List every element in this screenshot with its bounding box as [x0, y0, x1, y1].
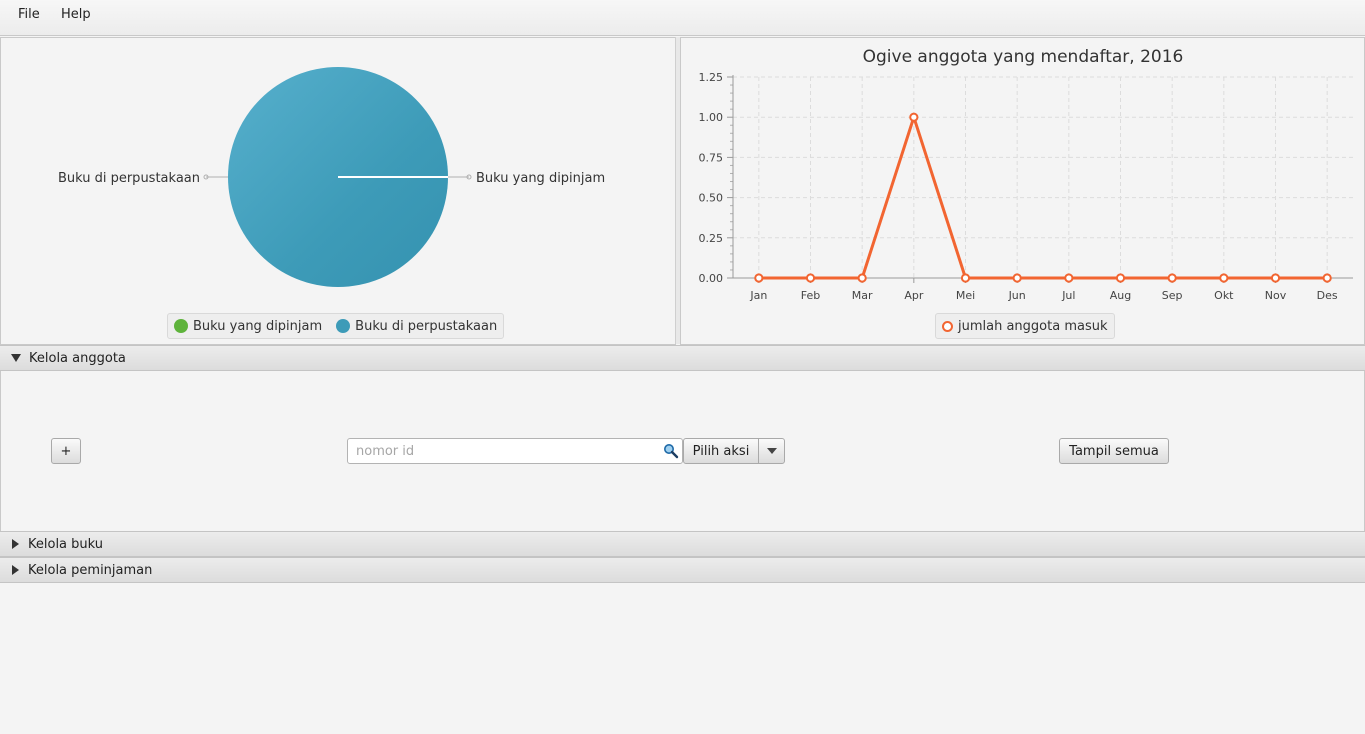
- x-tick-label: Sep: [1162, 289, 1183, 302]
- y-tick-label: 0.75: [699, 151, 724, 164]
- menu-help[interactable]: Help: [61, 7, 91, 22]
- legend-swatch-jumlah: [942, 320, 953, 332]
- line-chart-title: Ogive anggota yang mendaftar, 2016: [863, 47, 1184, 67]
- data-point-mei: [960, 273, 971, 283]
- x-tick-label: Okt: [1214, 289, 1234, 302]
- menu-bar: File Help: [0, 0, 1365, 36]
- action-menu-button[interactable]: Pilih aksi: [683, 438, 785, 464]
- pane-title-kelola-buku: Kelola buku: [28, 536, 104, 552]
- data-point-jul: [1064, 273, 1074, 283]
- pane-title-kelola-anggota: Kelola anggota: [29, 350, 126, 366]
- action-menu-dropdown[interactable]: [759, 439, 784, 463]
- data-point-des: [1322, 273, 1332, 283]
- pie-label-left: Buku di perpustakaan: [58, 171, 200, 186]
- pie-label-right: Buku yang dipinjam: [476, 171, 605, 186]
- pie-legend: Buku yang dipinjam Buku di perpustakaan: [167, 313, 505, 339]
- x-tick-label: Aug: [1110, 289, 1131, 302]
- data-point-feb: [805, 273, 816, 283]
- x-tick-label: Nov: [1265, 289, 1287, 302]
- chevron-down-icon: [766, 448, 777, 454]
- legend-entry-dipinjam: Buku yang dipinjam: [174, 319, 322, 334]
- data-point-jan: [754, 273, 764, 283]
- pie-chart: Buku di perpustakaan Buku yang dipinjam: [58, 67, 605, 287]
- member-id-search-field[interactable]: [347, 438, 683, 464]
- x-tick-label: Des: [1317, 289, 1338, 302]
- line-chart: Ogive anggota yang mendaftar, 2016 0.00 0…: [699, 47, 1353, 302]
- expanded-arrow-icon: [11, 354, 21, 362]
- data-point-sep: [1167, 273, 1177, 283]
- x-tick-label: Jun: [1008, 289, 1026, 302]
- data-point-jun: [1012, 273, 1022, 283]
- legend-swatch-perpustakaan: [336, 319, 351, 333]
- pane-header-kelola-peminjaman[interactable]: Kelola peminjaman: [0, 557, 1365, 583]
- y-tick-label: 0.00: [699, 272, 724, 285]
- data-point-mar: [857, 273, 867, 283]
- collapsed-arrow-icon: [12, 539, 19, 549]
- y-tick-label: 0.25: [699, 232, 724, 245]
- x-tick-label: Apr: [904, 289, 924, 302]
- data-point-aug: [1115, 273, 1126, 283]
- legend-entry-perpustakaan: Buku di perpustakaan: [336, 319, 497, 334]
- legend-entry-jumlah: jumlah anggota masuk: [942, 319, 1108, 334]
- legend-label-jumlah: jumlah anggota masuk: [958, 318, 1108, 334]
- y-tick-label: 1.00: [699, 111, 724, 124]
- legend-label-perpustakaan: Buku di perpustakaan: [355, 318, 498, 334]
- action-menu-label[interactable]: Pilih aksi: [684, 439, 759, 463]
- x-tick-label: Mei: [956, 289, 975, 302]
- add-member-button[interactable]: +: [51, 438, 81, 464]
- data-point-nov: [1270, 273, 1281, 283]
- member-id-input[interactable]: [356, 440, 656, 462]
- y-tick-label: 0.50: [699, 192, 724, 205]
- menu-file[interactable]: File: [18, 7, 40, 22]
- show-all-button[interactable]: Tampil semua: [1059, 438, 1169, 464]
- data-point-apr: [909, 112, 919, 122]
- y-tick-label: 1.25: [699, 71, 724, 84]
- x-tick-label: Feb: [801, 289, 820, 302]
- x-tick-label: Jan: [749, 289, 767, 302]
- x-tick-label: Jul: [1061, 289, 1075, 302]
- data-point-okt: [1219, 273, 1229, 283]
- pane-header-kelola-anggota[interactable]: Kelola anggota: [0, 345, 1365, 371]
- search-icon[interactable]: [663, 443, 679, 459]
- x-tick-label: Mar: [852, 289, 873, 302]
- pie-chart-panel: Buku di perpustakaan Buku yang dipinjam …: [0, 37, 676, 345]
- line-chart-panel: Ogive anggota yang mendaftar, 2016 0.00 0…: [680, 37, 1365, 345]
- legend-label-dipinjam: Buku yang dipinjam: [193, 318, 323, 334]
- line-legend: jumlah anggota masuk: [935, 313, 1115, 339]
- collapsed-arrow-icon: [12, 565, 19, 575]
- pane-title-kelola-peminjaman: Kelola peminjaman: [28, 562, 153, 578]
- pane-header-kelola-buku[interactable]: Kelola buku: [0, 531, 1365, 557]
- legend-swatch-dipinjam: [174, 319, 188, 333]
